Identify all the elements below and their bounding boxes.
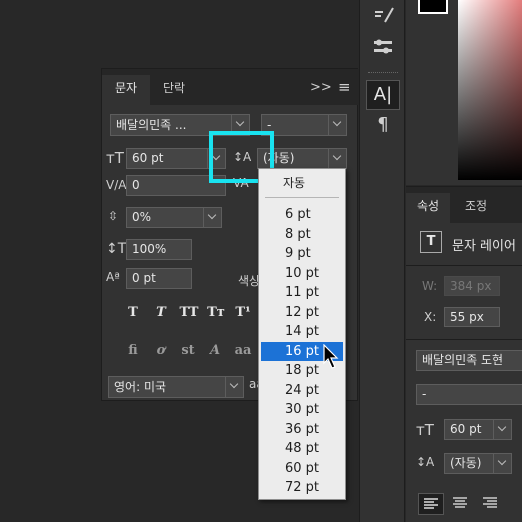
width-field[interactable]: 384 px bbox=[444, 276, 500, 296]
menu-separator bbox=[265, 197, 339, 198]
language-select[interactable]: 영어: 미국 bbox=[108, 376, 244, 398]
tab-properties[interactable]: 속성 bbox=[406, 193, 450, 223]
baseline-shift-icon: Aª bbox=[106, 270, 120, 284]
tab-paragraph[interactable]: 단락 bbox=[152, 75, 196, 105]
x-position-field[interactable]: 55 px bbox=[444, 307, 500, 327]
menu-item[interactable]: 60 pt bbox=[261, 459, 343, 479]
properties-panel: 속성 조정 T 문자 레이어 W: 384 px X: 55 px 배달의민족 … bbox=[406, 186, 522, 522]
discretionary-ligatures-button[interactable]: st bbox=[176, 343, 200, 363]
color-panel bbox=[406, 0, 522, 185]
menu-item[interactable]: 72 pt bbox=[261, 478, 343, 498]
properties-tabbar: 속성 조정 bbox=[406, 187, 522, 223]
baseline-shift-field[interactable]: 0 pt bbox=[126, 268, 192, 289]
menu-item[interactable]: 48 pt bbox=[261, 439, 343, 459]
small-caps-button[interactable]: Tт bbox=[204, 305, 228, 325]
paragraph-panel-icon[interactable]: ¶ bbox=[371, 114, 395, 138]
color-field[interactable] bbox=[458, 0, 522, 180]
chevron-down-icon[interactable] bbox=[203, 207, 222, 228]
leading-dropdown-menu: 자동 6 pt 8 pt 9 pt 10 pt 11 pt 12 pt 14 p… bbox=[258, 168, 346, 500]
w-label: W: bbox=[422, 279, 438, 293]
mouse-cursor-icon bbox=[323, 343, 341, 370]
menu-item[interactable]: 14 pt bbox=[261, 322, 343, 342]
font-size-dropdown-arrow bbox=[493, 419, 512, 440]
menu-item[interactable]: 8 pt bbox=[261, 225, 343, 245]
tsume-dropdown-arrow bbox=[203, 207, 222, 228]
font-size-icon: ᴛT bbox=[416, 421, 434, 439]
font-family-select[interactable]: 배달의민족 도현 bbox=[416, 350, 522, 371]
menu-item[interactable]: 36 pt bbox=[261, 420, 343, 440]
x-label: X: bbox=[424, 310, 437, 324]
menu-item[interactable]: 12 pt bbox=[261, 303, 343, 323]
menu-item[interactable]: 10 pt bbox=[261, 264, 343, 284]
font-style-select[interactable]: - bbox=[416, 384, 522, 405]
vertical-scale-field[interactable]: 100% bbox=[126, 239, 192, 260]
foreground-swatch[interactable] bbox=[418, 0, 448, 14]
swash-button[interactable]: A bbox=[204, 343, 226, 363]
divider bbox=[406, 265, 522, 266]
menu-item[interactable]: 30 pt bbox=[261, 400, 343, 420]
chevron-down-icon[interactable] bbox=[493, 453, 512, 474]
menu-item[interactable]: 11 pt bbox=[261, 283, 343, 303]
leading-icon: ↕A bbox=[416, 455, 435, 469]
panel-menu-icon[interactable]: ≡ bbox=[338, 78, 351, 96]
menu-item[interactable]: 6 pt bbox=[261, 205, 343, 225]
vertical-scale-icon: ↕T bbox=[106, 241, 127, 257]
menu-header-auto[interactable]: 자동 bbox=[259, 173, 345, 193]
font-style-dropdown-arrow bbox=[328, 114, 347, 136]
kerning-icon: V/A bbox=[106, 178, 127, 192]
ligatures-button[interactable]: fi bbox=[122, 343, 144, 363]
panel-expand-icon[interactable]: >> bbox=[310, 80, 332, 95]
text-layer-icon: T bbox=[420, 231, 442, 253]
divider bbox=[406, 339, 522, 340]
all-caps-button[interactable]: TT bbox=[176, 305, 202, 325]
align-left-button[interactable] bbox=[418, 493, 444, 515]
tab-character[interactable]: 문자 bbox=[102, 75, 150, 105]
align-right-button[interactable] bbox=[478, 493, 504, 515]
superscript-button[interactable]: T¹ bbox=[232, 305, 254, 325]
leading-dropdown-arrow bbox=[328, 148, 347, 169]
chevron-down-icon[interactable] bbox=[493, 419, 512, 440]
layer-type-label: 문자 레이어 bbox=[452, 239, 516, 254]
align-center-button[interactable] bbox=[448, 493, 474, 515]
stylistic-alternates-button[interactable]: aa bbox=[230, 343, 256, 363]
color-label: 색상 bbox=[238, 274, 261, 288]
tracking-percent-icon: ⇳ bbox=[108, 209, 119, 223]
chevron-down-icon[interactable] bbox=[225, 376, 244, 398]
chevron-down-icon[interactable] bbox=[328, 114, 347, 136]
menu-item[interactable]: 9 pt bbox=[261, 244, 343, 264]
character-tabbar: 문자 단락 >> ≡ bbox=[102, 69, 359, 105]
tab-adjustments[interactable]: 조정 bbox=[456, 193, 496, 223]
tool-presets-icon[interactable] bbox=[371, 36, 395, 58]
menu-item[interactable]: 24 pt bbox=[261, 381, 343, 401]
tool-strip: A| ¶ bbox=[359, 0, 405, 522]
faux-italic-button[interactable]: T bbox=[150, 305, 172, 325]
leading-dropdown-arrow bbox=[493, 453, 512, 474]
divider bbox=[368, 72, 398, 74]
chevron-down-icon[interactable] bbox=[328, 148, 347, 169]
old-style-button[interactable]: ơ bbox=[150, 343, 172, 363]
faux-bold-button[interactable]: T bbox=[122, 305, 144, 325]
brush-settings-icon[interactable] bbox=[371, 4, 395, 26]
character-panel-icon[interactable]: A| bbox=[366, 80, 400, 110]
font-size-icon: ᴛT bbox=[106, 149, 124, 167]
language-dropdown-arrow bbox=[225, 376, 244, 398]
